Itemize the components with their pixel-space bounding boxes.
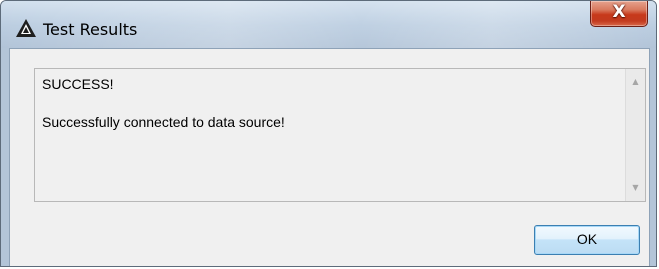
scroll-down-arrow-icon[interactable]: ▼	[626, 179, 645, 197]
test-results-dialog: Test Results X SUCCESS! Successfully con…	[0, 0, 657, 267]
vertical-scrollbar[interactable]: ▲ ▼	[625, 69, 645, 201]
dialog-body: SUCCESS! Successfully connected to data …	[9, 48, 650, 266]
close-button[interactable]: X	[590, 1, 648, 27]
message-text: SUCCESS! Successfully connected to data …	[42, 76, 285, 130]
title-bar[interactable]: Test Results X	[1, 1, 656, 48]
ok-button[interactable]: OK	[534, 225, 640, 255]
app-logo-icon	[16, 19, 36, 37]
window-title: Test Results	[43, 20, 138, 39]
message-textarea[interactable]: SUCCESS! Successfully connected to data …	[34, 68, 646, 202]
scroll-up-arrow-icon[interactable]: ▲	[626, 73, 645, 91]
close-icon: X	[612, 2, 626, 22]
